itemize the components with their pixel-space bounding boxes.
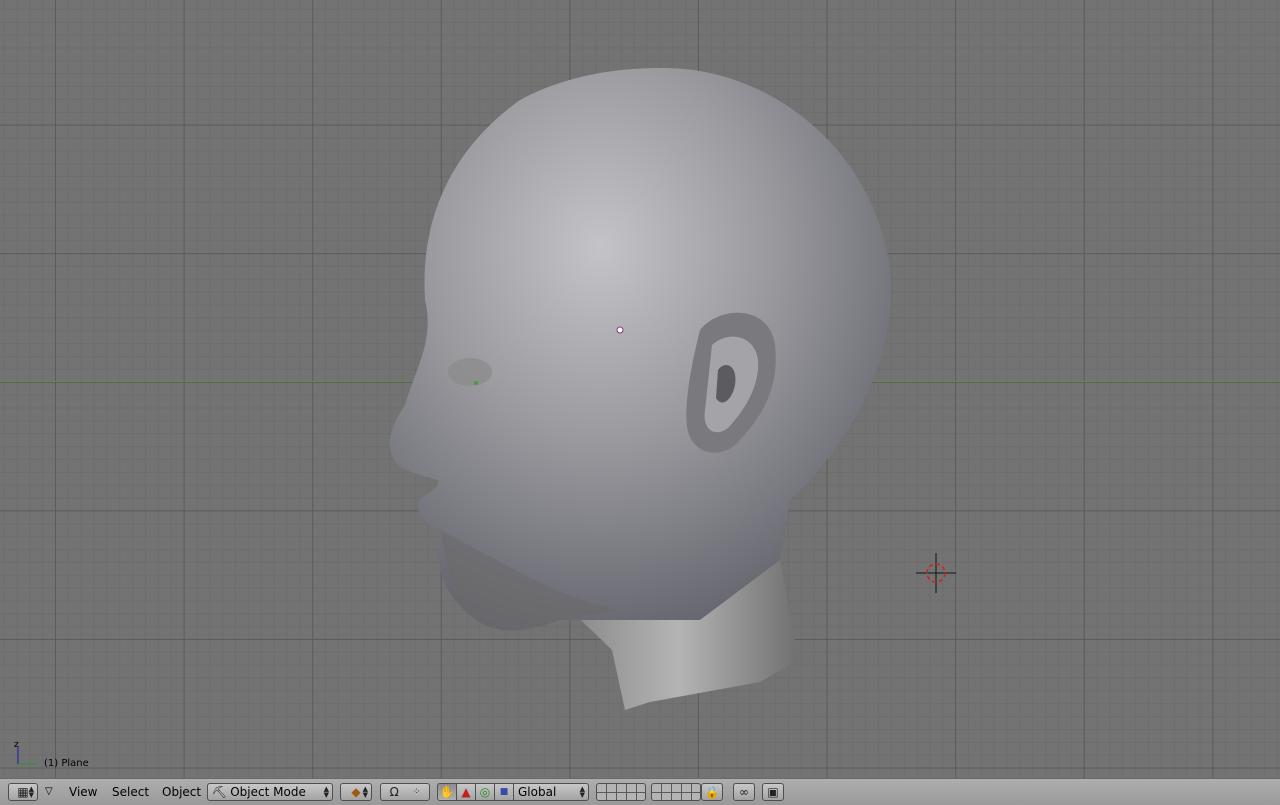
select-menu[interactable]: Select	[112, 784, 149, 800]
pivot-selector[interactable]: Ω ⁘	[380, 783, 430, 801]
updown-icon: ▲ ▼	[28, 785, 34, 799]
eye-socket	[448, 358, 492, 386]
updown-icon: ▲ ▼	[323, 785, 329, 799]
layers-group-a[interactable]	[596, 783, 646, 801]
origin-point	[616, 326, 624, 334]
rotate-button[interactable]: ◎	[475, 783, 495, 801]
updown-icon: ▲ ▼	[362, 785, 368, 799]
render-icon: ▣	[767, 785, 779, 799]
mode-selector[interactable]: ⛏ Object Mode ▲ ▼	[207, 783, 333, 801]
object-label: (1) Plane	[44, 758, 89, 769]
translate-button[interactable]: ▲	[456, 783, 476, 801]
object-menu[interactable]: Object	[162, 784, 201, 800]
link-icon: ∞	[739, 785, 749, 799]
viewport-grid-icon: ▦	[17, 785, 29, 799]
object-mode-icon: ⛏	[212, 785, 228, 799]
lock-icon: 🔒	[704, 785, 720, 799]
orientation-selector-value: Global	[518, 785, 557, 799]
link-button[interactable]: ∞	[733, 783, 755, 801]
scale-button[interactable]: ■	[494, 783, 514, 801]
render-button[interactable]: ▣	[762, 783, 784, 801]
pivot-point	[474, 381, 478, 385]
mode-selector-value: Object Mode	[230, 785, 306, 799]
scale-cube-icon: ■	[499, 787, 509, 797]
pivot-icon: Ω	[389, 785, 399, 799]
draw-type-selector[interactable]: ◆ ▲ ▼	[340, 783, 372, 801]
3d-cursor-icon[interactable]	[916, 553, 956, 593]
head-mesh[interactable]	[0, 0, 1280, 778]
editor-type-button[interactable]: ▦ ▲ ▼	[8, 783, 38, 801]
manipulator-toggle[interactable]: ✋	[437, 783, 457, 801]
collapse-triangle-icon[interactable]: ▽	[45, 784, 53, 800]
3d-viewport[interactable]: z (1) Plane	[0, 0, 1280, 778]
layers-group-b[interactable]	[651, 783, 701, 801]
viewport-header: ▦ ▲ ▼ ▽ View Select Object ⛏ Object Mode …	[0, 778, 1280, 805]
draw-type-icon: ◆	[351, 785, 361, 799]
layers-icon	[597, 792, 645, 793]
axis-gizmo-icon: z	[14, 740, 36, 765]
updown-icon: ▲ ▼	[579, 785, 585, 799]
pivot-options-icon: ⁘	[412, 787, 421, 797]
translate-widget-icon: ✋	[439, 785, 455, 799]
orientation-selector[interactable]: Global ▲ ▼	[513, 783, 589, 801]
lock-layers-button[interactable]: 🔒	[701, 783, 723, 801]
rotate-widget-icon: ▲	[461, 785, 471, 799]
layers-divider	[652, 792, 700, 793]
scale-widget-icon: ◎	[479, 785, 491, 799]
axis-label-z: z	[14, 740, 19, 750]
view-menu[interactable]: View	[69, 784, 97, 800]
